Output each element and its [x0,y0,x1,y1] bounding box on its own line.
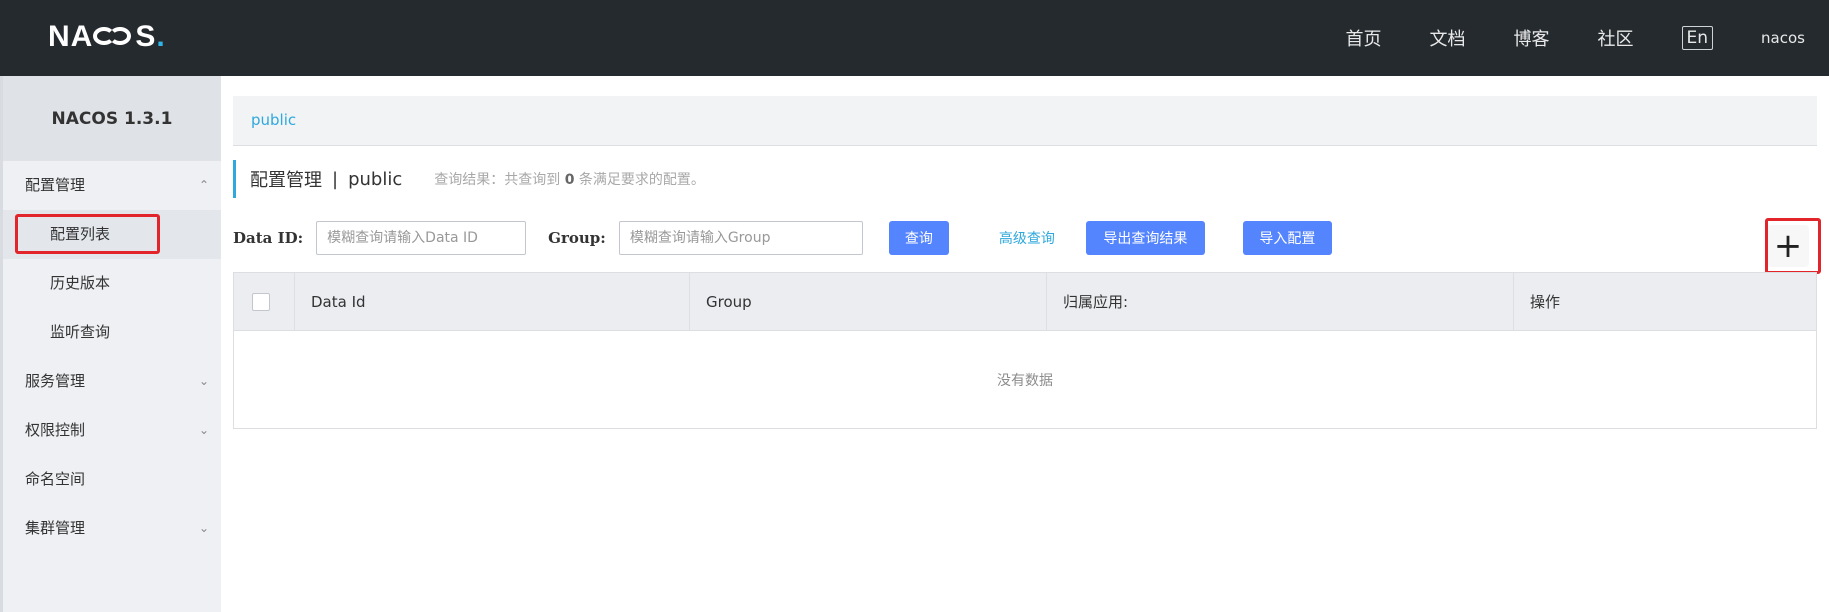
sidebar-item-config-management[interactable]: 配置管理 ⌃ [3,161,221,210]
chevron-down-icon: ⌄ [198,423,209,437]
logo-text-right: S [135,20,157,53]
sidebar-item-service-management[interactable]: 服务管理 ⌄ [3,357,221,406]
logo-dot: . [156,20,166,53]
sidebar: NACOS 1.3.1 配置管理 ⌃ 配置列表 历史版本 监听查询 服务管理 ⌄… [0,76,221,612]
sidebar-item-history[interactable]: 历史版本 [3,259,221,308]
nav-blog[interactable]: 博客 [1514,25,1550,51]
main-content: public 配置管理 | public 查询结果：共查询到 0 条满足要求的配… [221,76,1829,612]
column-header-group[interactable]: Group [690,273,1047,331]
config-table: Data Id Group 归属应用: 操作 没有数据 [233,272,1817,429]
search-bar: Data ID: Group: 查询 高级查询 导出查询结果 导入配置 + [233,221,1817,267]
title-separator: | [332,168,339,190]
nav-community[interactable]: 社区 [1598,25,1634,51]
sidebar-item-label: 权限控制 [25,421,86,439]
advanced-query-link[interactable]: 高级查询 [999,228,1055,248]
top-nav: 首页 文档 博客 社区 En nacos [1346,0,1829,76]
table-header: Data Id Group 归属应用: 操作 [234,273,1816,331]
page-title: 配置管理 [250,170,322,191]
logo-text-left: NA [48,20,94,53]
logo-rings-icon [93,24,135,48]
breadcrumb-namespace[interactable]: public [251,111,296,129]
page-title-row: 配置管理 | public 查询结果：共查询到 0 条满足要求的配置。 [233,160,705,198]
header-checkbox-cell [234,273,295,331]
sidebar-item-namespace[interactable]: 命名空间 [3,455,221,504]
breadcrumb: public [233,96,1817,146]
sidebar-item-label: 历史版本 [50,274,111,292]
sidebar-item-config-list[interactable]: 配置列表 [3,210,221,259]
sidebar-item-cluster-management[interactable]: 集群管理 ⌄ [3,504,221,553]
export-button[interactable]: 导出查询结果 [1085,221,1205,255]
import-button[interactable]: 导入配置 [1242,221,1332,255]
query-result-summary: 查询结果：共查询到 0 条满足要求的配置。 [434,169,705,189]
version-label: NACOS 1.3.1 [3,76,221,161]
result-suffix: 条满足要求的配置。 [578,172,705,188]
chevron-up-icon: ⌃ [198,178,209,192]
data-id-input[interactable] [316,221,527,255]
nav-home[interactable]: 首页 [1346,25,1382,51]
result-count: 0 [564,172,575,188]
nacos-logo[interactable]: NA S. [48,20,166,54]
column-header-data-id[interactable]: Data Id [295,273,690,331]
data-id-label: Data ID: [233,229,304,247]
query-button[interactable]: 查询 [888,221,949,255]
sidebar-item-listener-query[interactable]: 监听查询 [3,308,221,357]
group-input[interactable] [618,221,863,255]
select-all-checkbox[interactable] [252,293,270,311]
sidebar-item-label: 服务管理 [25,372,86,390]
table-empty-state: 没有数据 [997,372,1053,389]
sidebar-item-access-control[interactable]: 权限控制 ⌄ [3,406,221,455]
sidebar-item-label: 监听查询 [50,323,111,341]
sidebar-item-label: 命名空间 [25,470,86,488]
chevron-down-icon: ⌄ [198,521,209,535]
add-config-button[interactable]: + [1767,225,1809,267]
top-bar: NA S. 首页 文档 博客 社区 En nacos [0,0,1829,76]
group-label: Group: [548,229,606,247]
column-header-actions: 操作 [1530,293,1561,311]
sidebar-item-label: 配置列表 [50,225,111,243]
chevron-down-icon: ⌄ [198,374,209,388]
result-prefix: 查询结果：共查询到 [434,172,561,188]
language-switch[interactable]: En [1681,26,1714,50]
sidebar-item-label: 配置管理 [25,176,86,194]
column-header-app[interactable]: 归属应用: [1047,273,1514,331]
user-menu[interactable]: nacos [1761,29,1805,47]
namespace-name: public [348,168,403,190]
sidebar-item-label: 集群管理 [25,519,86,537]
nav-docs[interactable]: 文档 [1430,25,1466,51]
